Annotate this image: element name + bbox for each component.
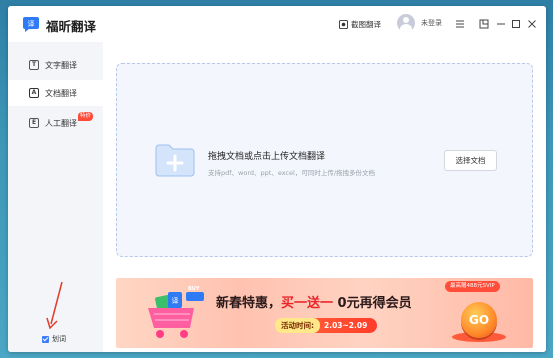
- svg-text:译: 译: [172, 297, 179, 305]
- mini-window-icon[interactable]: [478, 18, 490, 30]
- login-status: 未登录: [421, 19, 442, 27]
- go-button[interactable]: GO: [461, 302, 497, 338]
- select-document-button[interactable]: 选择文档: [444, 150, 497, 171]
- sidebar-item-label: 文档翻译: [45, 88, 77, 98]
- upload-dropzone[interactable]: 拖拽文档或点击上传文档翻译 支持pdf、word、ppt、excel，可同时上传…: [116, 63, 533, 257]
- maximize-icon[interactable]: [510, 18, 522, 30]
- event-time-label: 活动时间:: [275, 318, 320, 333]
- dropzone-title: 拖拽文档或点击上传文档翻译: [208, 152, 326, 162]
- banner-title: 新春特惠，买一送一 0元再得会员: [216, 292, 412, 311]
- dropzone-subtitle: 支持pdf、word、ppt、excel，可同时上传/拖拽多份文档: [208, 169, 376, 177]
- word-select-toggle[interactable]: 划词: [42, 334, 66, 344]
- menu-icon[interactable]: [454, 18, 466, 30]
- screenshot-translate-button[interactable]: 截图翻译: [339, 17, 381, 32]
- sidebar-item-human-translate[interactable]: E 人工翻译 特价: [8, 110, 103, 136]
- sidebar: T 文字翻译 A 文档翻译 E 人工翻译 特价 划词: [8, 42, 103, 352]
- banner-title-highlight: 买一送一: [281, 296, 334, 311]
- word-select-checkbox[interactable]: [42, 335, 49, 343]
- event-time-value: 2.03~2.09: [324, 321, 368, 330]
- title-bar: 译 福昕翻译 截图翻译 未登录: [8, 6, 546, 42]
- promo-banner[interactable]: 译 BUY 新春特惠，买一送一 0元再得会员 活动时间: 2.03~2.09 最高…: [116, 278, 533, 348]
- svg-text:译: 译: [28, 20, 35, 28]
- svip-bonus-tag: 最高赠488元SVIP: [445, 281, 500, 292]
- main-content: 拖拽文档或点击上传文档翻译 支持pdf、word、ppt、excel，可同时上传…: [103, 42, 546, 352]
- banner-title-part1: 新春特惠，: [216, 296, 282, 311]
- event-time-pill: 活动时间: 2.03~2.09: [275, 318, 378, 333]
- camera-icon: [339, 20, 348, 29]
- app-window: 译 福昕翻译 截图翻译 未登录 T 文字翻译 A 文档翻译 E 人工翻译 特价 …: [8, 6, 546, 352]
- banner-title-part2: 0元再得会员: [333, 296, 412, 311]
- app-title: 福昕翻译: [46, 19, 97, 34]
- document-translate-icon: A: [29, 88, 39, 98]
- sidebar-item-document-translate[interactable]: A 文档翻译: [8, 80, 103, 106]
- shopping-cart-icon: 译: [148, 292, 204, 338]
- human-translate-icon: E: [29, 118, 39, 128]
- app-logo-icon: 译: [23, 17, 39, 32]
- folder-add-icon: [155, 144, 195, 177]
- red-arrow-annotation: [46, 281, 63, 330]
- sidebar-item-label: 人工翻译: [45, 118, 77, 128]
- user-login[interactable]: 未登录: [397, 14, 442, 32]
- sidebar-item-label: 文字翻译: [45, 60, 77, 70]
- sidebar-item-text-translate[interactable]: T 文字翻译: [8, 52, 103, 78]
- text-translate-icon: T: [29, 60, 39, 70]
- screenshot-translate-label: 截图翻译: [351, 20, 381, 29]
- close-icon[interactable]: [526, 18, 538, 30]
- avatar[interactable]: [397, 14, 415, 32]
- minimize-icon[interactable]: [495, 18, 507, 30]
- special-offer-badge: 特价: [78, 112, 94, 121]
- word-select-label: 划词: [52, 335, 66, 343]
- buy-label: BUY: [188, 286, 200, 292]
